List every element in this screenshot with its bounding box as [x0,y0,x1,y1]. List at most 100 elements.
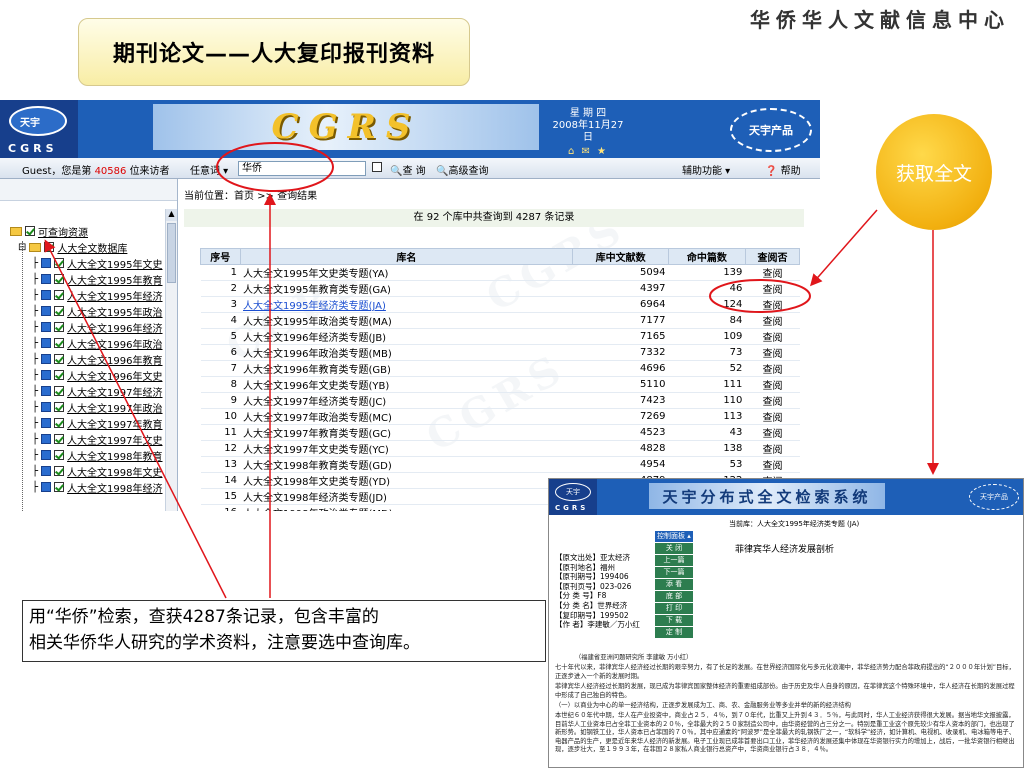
tree-item-checkbox[interactable] [54,338,65,348]
control-menu-item[interactable]: 下 载 [655,615,693,626]
search-option-checkbox[interactable] [372,162,382,174]
db-name-link[interactable]: 人大全文1995年文史类专题(YA) [240,264,573,281]
db-name-link[interactable]: 人大全文1998年政治类专题(MD) [240,504,573,511]
control-menu-item[interactable]: 下一篇 [655,567,693,578]
tree-item[interactable]: ├ 人大全文1998年经济 [32,479,162,495]
product-link-small[interactable]: 天宇产品 [969,484,1019,510]
table-row: 5 人大全文1996年经济类专题(JB) 7165 109 查阅 [200,328,800,345]
control-menu-item[interactable]: 添 看 [655,579,693,590]
table-header: 库中文献数 [572,248,669,265]
db-name-link[interactable]: 人大全文1997年文史类专题(YC) [240,440,573,457]
search-button[interactable]: 🔍查 询 [390,162,426,177]
tree-root-checkbox[interactable] [25,226,35,236]
scroll-thumb[interactable] [167,223,176,283]
view-link[interactable]: 查阅 [745,376,800,393]
tree-item[interactable]: ├ 人大全文1996年文史 [32,367,162,383]
view-link[interactable]: 查阅 [745,296,800,313]
table-cell: 9 [200,392,241,409]
tree-item[interactable]: ├ 人大全文1998年文史 [32,463,162,479]
tree-item-checkbox[interactable] [54,322,65,332]
view-link[interactable]: 查阅 [745,456,800,473]
tree-item[interactable]: ├ 人大全文1996年教育 [32,351,162,367]
view-link[interactable]: 查阅 [745,408,800,425]
tree-item[interactable]: ├ 人大全文1997年政治 [32,399,162,415]
tree-item[interactable]: ├ 人大全文1996年政治 [32,335,162,351]
tree-item-checkbox[interactable] [54,386,65,396]
tree-item-checkbox[interactable] [54,418,65,428]
db-name-link[interactable]: 人大全文1998年教育类专题(GD) [240,456,573,473]
body-paragraph: （一）以商业为中心的单一经济结构，正逐步发展成为工、商、农、金融服务业等多业并举… [555,702,851,710]
tree-db-checkbox[interactable] [44,242,55,252]
db-name-link[interactable]: 人大全文1995年经济类专题(JA) [240,296,573,313]
control-menu-item[interactable]: 打 印 [655,603,693,614]
tree-item[interactable]: ├ 人大全文1995年文史 [32,255,162,271]
tree-item[interactable]: ├ 人大全文1995年教育 [32,271,162,287]
aux-functions-menu[interactable]: 辅助功能 ▾ [682,162,730,177]
tree-item[interactable]: ├ 人大全文1995年经济 [32,287,162,303]
advanced-search-button[interactable]: 🔍高级查询 [436,162,488,177]
arrow-to-view [810,209,878,287]
db-name-link[interactable]: 人大全文1996年文史类专题(YB) [240,376,573,393]
tree-db[interactable]: ⊟ 人大全文数据库 [18,239,127,255]
tree-item-checkbox[interactable] [54,290,65,300]
db-name-link[interactable]: 人大全文1998年文史类专题(YD) [240,472,573,489]
db-name-link[interactable]: 人大全文1995年教育类专题(GA) [240,280,573,297]
body-paragraph: （福建省亚洲问题研究所 李建敏 万小红） [575,654,693,661]
control-menu-item[interactable]: 上一篇 [655,555,693,566]
home-icon[interactable]: ⌂ ✉ ★ [548,146,628,158]
table-row: 11 人大全文1997年教育类专题(GC) 4523 43 查阅 [200,424,800,441]
db-name-link[interactable]: 人大全文1995年政治类专题(MA) [240,312,573,329]
control-panel-header[interactable]: 控制面板 ▴ [655,531,693,542]
tree-item-checkbox[interactable] [54,482,65,492]
tree-item-checkbox[interactable] [54,258,65,268]
view-link[interactable]: 查阅 [745,424,800,441]
field-select[interactable]: 任意词 ▾ [190,162,228,177]
tree-item-checkbox[interactable] [54,466,65,476]
view-link[interactable]: 查阅 [745,280,800,297]
tree-item-checkbox[interactable] [54,450,65,460]
tree-item[interactable]: ├ 人大全文1998年教育 [32,447,162,463]
scroll-up-icon[interactable]: ▲ [166,209,177,221]
view-link[interactable]: 查阅 [745,360,800,377]
db-name-link[interactable]: 人大全文1996年政治类专题(MB) [240,344,573,361]
fulltext-header: 天宇 CGRS 天宇分布式全文检索系统 天宇产品 [549,479,1023,515]
meta-line: 【原刊期号】199406 [555,572,629,582]
tree-item-checkbox[interactable] [54,274,65,284]
tree-item-checkbox[interactable] [54,434,65,444]
table-cell: 11 [200,424,241,441]
view-link[interactable]: 查阅 [745,312,800,329]
control-menu-item[interactable]: 关 闭 [655,543,693,554]
tree-item[interactable]: ├ 人大全文1995年政治 [32,303,162,319]
tree-item-checkbox[interactable] [54,402,65,412]
tree-item[interactable]: ├ 人大全文1997年教育 [32,415,162,431]
view-link[interactable]: 查阅 [745,344,800,361]
db-name-link[interactable]: 人大全文1998年经济类专题(JD) [240,488,573,505]
article-meta: 【原文出处】亚太经济 【原刊地名】福州 【原刊期号】199406 【原刊页号】023-… [555,553,640,630]
table-cell: 6964 [572,296,669,313]
tree-item-checkbox[interactable] [54,354,65,364]
view-link[interactable]: 查阅 [745,264,800,281]
tree-item-checkbox[interactable] [54,306,65,316]
table-cell: 43 [668,424,746,441]
tree-item[interactable]: ├ 人大全文1996年经济 [32,319,162,335]
tree-scrollbar[interactable]: ▲ [165,209,177,511]
control-menu-item[interactable]: 底 部 [655,591,693,602]
table-cell: 4828 [572,440,669,457]
db-name-link[interactable]: 人大全文1996年经济类专题(JB) [240,328,573,345]
db-name-link[interactable]: 人大全文1997年经济类专题(JC) [240,392,573,409]
tree-root[interactable]: 可查询资源 [10,223,88,239]
tree-item[interactable]: ├ 人大全文1997年文史 [32,431,162,447]
tree-item[interactable]: ├ 人大全文1997年经济 [32,383,162,399]
database-icon [41,338,52,348]
view-link[interactable]: 查阅 [745,440,800,457]
db-name-link[interactable]: 人大全文1997年教育类专题(GC) [240,424,573,441]
db-name-link[interactable]: 人大全文1996年教育类专题(GB) [240,360,573,377]
product-link[interactable]: 天宇产品 [730,108,812,152]
view-link[interactable]: 查阅 [745,392,800,409]
db-name-link[interactable]: 人大全文1997年政治类专题(MC) [240,408,573,425]
search-input[interactable]: 华侨 [238,161,366,176]
tree-item-checkbox[interactable] [54,370,65,380]
help-button[interactable]: ❓ 帮助 [765,162,801,177]
control-menu-item[interactable]: 定 制 [655,627,693,638]
view-link[interactable]: 查阅 [745,328,800,345]
